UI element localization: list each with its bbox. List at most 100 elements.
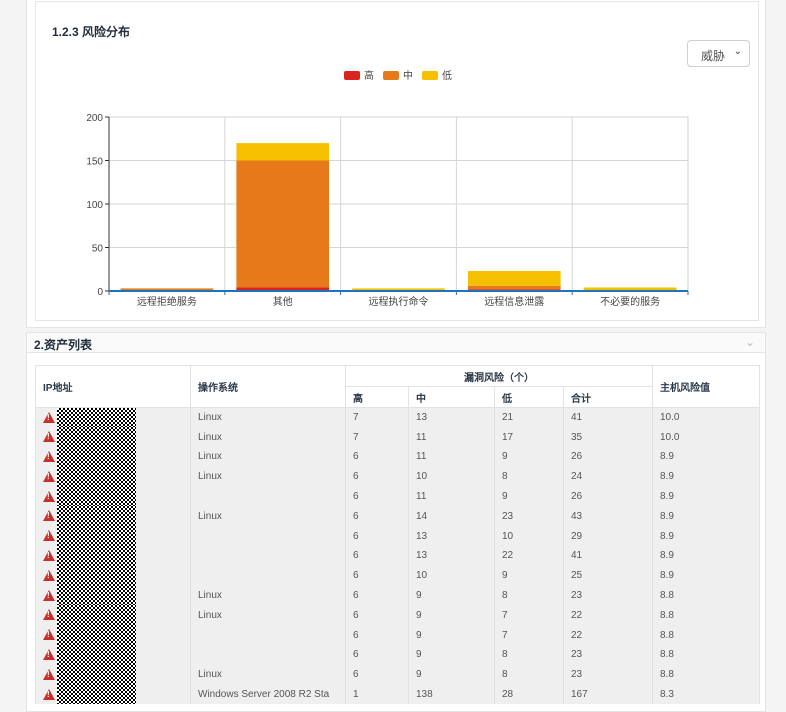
col-header-low[interactable]: 低: [494, 386, 564, 408]
table-row[interactable]: Linux713214110.0: [35, 407, 760, 428]
cell-low: 8: [494, 645, 564, 665]
cell-risk: 8.9: [652, 486, 760, 507]
table-row[interactable]: Linux6108248.9: [35, 466, 760, 487]
cell-os: Linux: [190, 506, 346, 527]
cell-mid: 11: [408, 447, 495, 467]
cell-risk: 8.9: [652, 466, 760, 487]
warning-icon: [43, 609, 55, 621]
cell-high: 6: [345, 605, 409, 626]
ip-cell-redacted[interactable]: [35, 645, 191, 665]
table-row[interactable]: 61322418.9: [35, 546, 760, 566]
risk-distribution-panel: 1.2.3 风险分布 威胁 ⌄ 0 50 100 150 200 远程拒绝服务 其他 远程执行…: [26, 0, 766, 328]
ip-cell-redacted[interactable]: [35, 585, 191, 606]
warning-icon: [43, 530, 55, 542]
cell-total: 23: [563, 585, 653, 606]
cell-risk: 8.9: [652, 546, 760, 566]
legend-label: 低: [442, 69, 452, 82]
cell-os: Linux: [190, 447, 346, 467]
cell-total: 24: [563, 466, 653, 487]
redaction-mask: [57, 506, 136, 527]
table-row[interactable]: 698238.8: [35, 645, 760, 665]
ip-cell-redacted[interactable]: [35, 565, 191, 586]
asset-list-panel: 2.资产列表 ⌄ IP地址 操作系统 漏洞风险（个） 主机风险值 高 中 低 合…: [26, 332, 766, 712]
cell-high: 6: [345, 565, 409, 586]
col-header-host-risk[interactable]: 主机风险值: [652, 365, 760, 408]
table-row[interactable]: 6119268.9: [35, 486, 760, 507]
col-header-os[interactable]: 操作系统: [190, 365, 346, 408]
col-header-vuln-group: 漏洞风险（个）: [345, 365, 653, 387]
cell-mid: 13: [408, 526, 495, 547]
cell-os: Linux: [190, 585, 346, 606]
ip-cell-redacted[interactable]: [35, 684, 191, 705]
cell-risk: 8.9: [652, 447, 760, 467]
redaction-mask: [57, 447, 136, 467]
table-row[interactable]: Linux697228.8: [35, 605, 760, 626]
cell-mid: 138: [408, 684, 495, 705]
cell-total: 41: [563, 407, 653, 428]
ip-cell-redacted[interactable]: [35, 466, 191, 487]
redaction-mask: [57, 664, 136, 685]
warning-icon: [43, 550, 55, 562]
table-row[interactable]: Linux61423438.9: [35, 506, 760, 527]
cell-total: 23: [563, 645, 653, 665]
cell-os: Linux: [190, 605, 346, 626]
cell-risk: 10.0: [652, 407, 760, 428]
table-row[interactable]: 6109258.9: [35, 565, 760, 586]
warning-icon: [43, 589, 55, 601]
cell-low: 22: [494, 546, 564, 566]
cell-os: Linux: [190, 664, 346, 685]
legend-label: 高: [364, 69, 374, 82]
ip-cell-redacted[interactable]: [35, 625, 191, 646]
section-title-asset-list: 2.资产列表: [34, 338, 93, 352]
col-header-total[interactable]: 合计: [563, 386, 653, 408]
cell-mid: 11: [408, 427, 495, 448]
col-header-ip[interactable]: IP地址: [35, 365, 191, 408]
cell-high: 7: [345, 427, 409, 448]
ip-cell-redacted[interactable]: [35, 407, 191, 428]
cell-risk: 8.8: [652, 625, 760, 646]
cell-risk: 8.9: [652, 565, 760, 586]
warning-icon: [43, 490, 55, 502]
cell-high: 7: [345, 407, 409, 428]
ip-cell-redacted[interactable]: [35, 605, 191, 626]
cell-high: 6: [345, 466, 409, 487]
table-row[interactable]: Linux698238.8: [35, 664, 760, 685]
asset-list-header[interactable]: 2.资产列表 ⌄: [27, 333, 765, 353]
bar-segment-mid: [467, 285, 561, 290]
table-row[interactable]: 697228.8: [35, 625, 760, 646]
cell-total: 26: [563, 447, 653, 467]
col-header-mid[interactable]: 中: [408, 386, 495, 408]
ip-cell-redacted[interactable]: [35, 427, 191, 448]
cell-os: [190, 645, 346, 665]
cell-total: 23: [563, 664, 653, 685]
cell-mid: 9: [408, 585, 495, 606]
cell-mid: 13: [408, 546, 495, 566]
cell-low: 21: [494, 407, 564, 428]
table-row[interactable]: 61310298.9: [35, 526, 760, 547]
cell-risk: 10.0: [652, 427, 760, 448]
ip-cell-redacted[interactable]: [35, 526, 191, 547]
cell-risk: 8.8: [652, 605, 760, 626]
warning-icon: [43, 688, 55, 700]
cell-high: 6: [345, 585, 409, 606]
risk-bar-chart: 0 50 100 150 200 远程拒绝服务 其他 远程执行命令 远程信息泄露 不必要的服务 高 中…: [86, 69, 689, 308]
x-tick-label: 远程信息泄露: [484, 295, 544, 308]
collapse-chevron-icon[interactable]: ⌄: [745, 335, 755, 349]
ip-cell-redacted[interactable]: [35, 546, 191, 566]
cell-risk: 8.9: [652, 506, 760, 527]
cell-high: 6: [345, 546, 409, 566]
ip-cell-redacted[interactable]: [35, 447, 191, 467]
table-row[interactable]: Linux698238.8: [35, 585, 760, 606]
col-header-high[interactable]: 高: [345, 386, 409, 408]
ip-cell-redacted[interactable]: [35, 664, 191, 685]
table-row[interactable]: Linux6119268.9: [35, 447, 760, 467]
ip-cell-redacted[interactable]: [35, 486, 191, 507]
cell-low: 23: [494, 506, 564, 527]
table-row[interactable]: Windows Server 2008 R2 Sta1138281678.3: [35, 684, 760, 705]
cell-os: Windows Server 2008 R2 Sta: [190, 684, 346, 705]
redaction-mask: [57, 526, 136, 547]
legend-swatch: [383, 71, 399, 80]
table-row[interactable]: Linux711173510.0: [35, 427, 760, 448]
ip-cell-redacted[interactable]: [35, 506, 191, 527]
cell-total: 22: [563, 605, 653, 626]
